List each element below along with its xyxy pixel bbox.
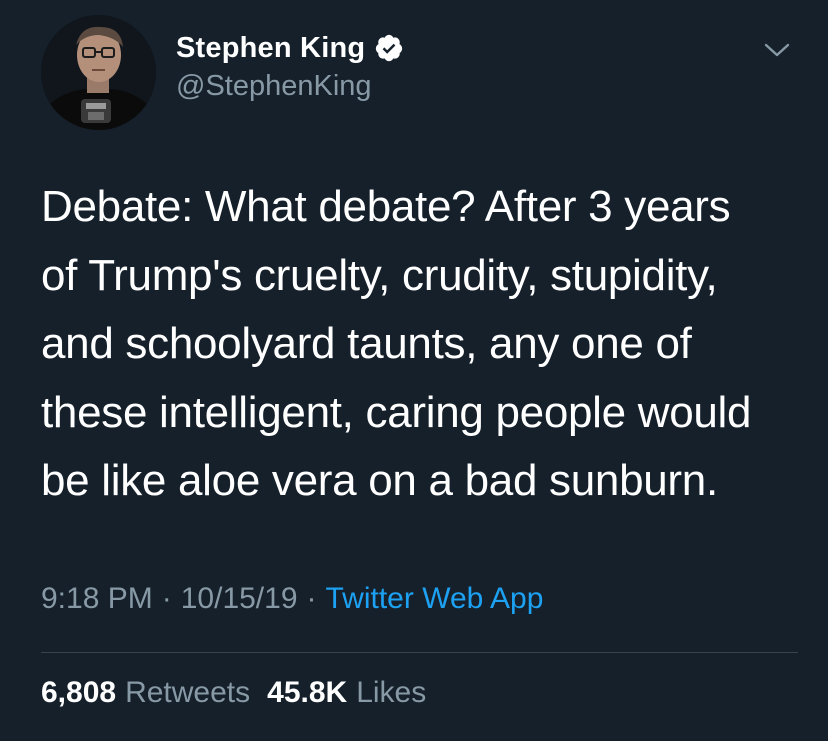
- meta-separator: ·: [161, 582, 172, 615]
- likes-label: Likes: [356, 676, 427, 709]
- likes-count: 45.8K: [267, 676, 348, 709]
- avatar-photo-icon: [41, 15, 156, 130]
- author-handle[interactable]: @StephenKing: [176, 70, 372, 103]
- retweets-label: Retweets: [125, 676, 251, 709]
- chevron-down-icon[interactable]: [763, 40, 791, 60]
- tweet-stats: 6,808 Retweets 45.8K Likes: [41, 676, 426, 710]
- tweet-text: Debate: What debate? After 3 years of Tr…: [41, 182, 752, 505]
- meta-separator: ·: [306, 582, 317, 615]
- author-name-row[interactable]: Stephen King: [176, 28, 404, 68]
- divider: [41, 652, 798, 653]
- retweets-count: 6,808: [41, 676, 117, 709]
- tweet-card: Stephen King @StephenKing Debate: What d…: [0, 0, 828, 741]
- tweet-source-link[interactable]: Twitter Web App: [326, 582, 544, 616]
- tweet-time[interactable]: 9:18 PM: [41, 582, 153, 616]
- retweets-stat[interactable]: 6,808 Retweets: [41, 676, 250, 710]
- avatar[interactable]: [41, 15, 156, 130]
- tweet-meta: 9:18 PM · 10/15/19 · Twitter Web App: [41, 582, 543, 616]
- author-name[interactable]: Stephen King: [176, 32, 365, 65]
- likes-stat[interactable]: 45.8K Likes: [267, 676, 426, 710]
- verified-badge-icon: [374, 33, 404, 63]
- tweet-date[interactable]: 10/15/19: [181, 582, 298, 616]
